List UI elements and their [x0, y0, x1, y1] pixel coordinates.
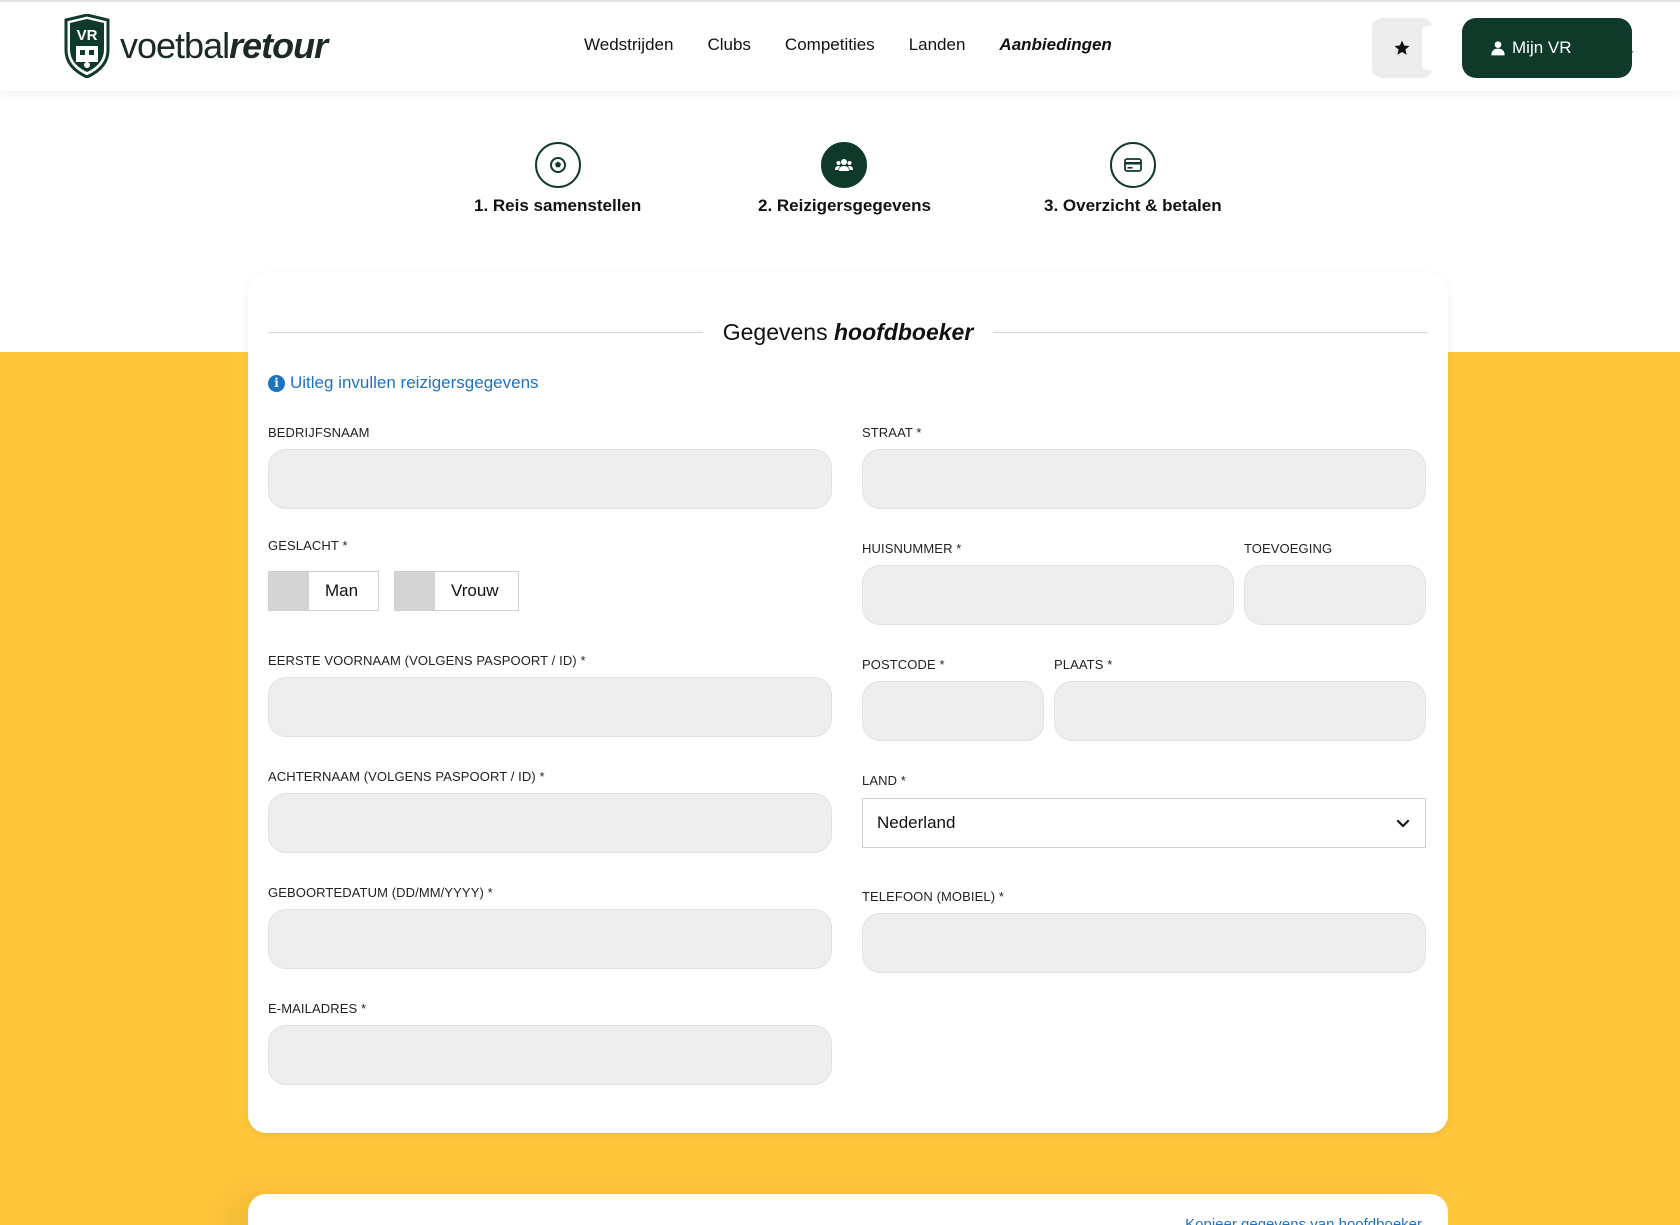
nav-wedstrijden[interactable]: Wedstrijden — [584, 35, 673, 55]
step-1-circle — [534, 142, 581, 188]
step-3[interactable]: 3. Overzicht & betalen — [1044, 142, 1222, 216]
step-1[interactable]: 1. Reis samenstellen — [474, 142, 641, 216]
badge-text: VR — [77, 27, 98, 44]
gender-label: GESLACHT * — [268, 538, 348, 553]
star-icon — [1394, 40, 1410, 55]
nav-competities[interactable]: Competities — [785, 35, 875, 55]
house-number-label: HUISNUMMER * — [862, 541, 962, 556]
city-field[interactable] — [1054, 681, 1426, 741]
brush-stroke-decoration — [1590, 26, 1634, 72]
gender-option-man[interactable]: Man — [268, 571, 379, 611]
email-input[interactable] — [269, 1026, 831, 1084]
last-name-field[interactable] — [268, 793, 832, 853]
addition-label: TOEVOEGING — [1244, 541, 1333, 556]
copy-booker-details-link[interactable]: Kopieer gegevens van hoofdboeker — [1185, 1216, 1422, 1225]
radio-box — [269, 572, 309, 610]
main-nav: Wedstrijden Clubs Competities Landen Aan… — [584, 35, 1146, 57]
first-name-field[interactable] — [268, 677, 832, 737]
company-field[interactable] — [268, 449, 832, 509]
house-number-input[interactable] — [863, 566, 1233, 624]
postcode-label: POSTCODE * — [862, 657, 945, 672]
soccer-ball-icon — [549, 157, 566, 173]
gender-option-vrouw[interactable]: Vrouw — [394, 571, 519, 611]
street-field[interactable] — [862, 449, 1426, 509]
company-input[interactable] — [269, 450, 831, 508]
step-2-label: 2. Reizigersgegevens — [758, 196, 931, 215]
birthdate-input[interactable] — [269, 910, 831, 968]
gender-man-label: Man — [325, 581, 359, 600]
step-2[interactable]: 2. Reizigersgegevens — [758, 142, 931, 216]
credit-card-icon — [1123, 158, 1142, 172]
email-label: E-MAILADRES * — [268, 1001, 367, 1016]
user-icon — [1491, 41, 1505, 56]
chevron-down-icon — [1396, 819, 1410, 828]
logo[interactable]: VR voetbalretour — [62, 14, 328, 78]
first-name-label: EERSTE VOORNAAM (VOLGENS PASPOORT / ID) … — [268, 653, 586, 668]
card-title-row: Gegevens hoofdboeker — [268, 317, 1428, 347]
country-select[interactable]: Nederland — [862, 798, 1426, 848]
nav-clubs[interactable]: Clubs — [707, 35, 750, 55]
city-input[interactable] — [1055, 682, 1425, 740]
title-divider-left — [268, 331, 703, 333]
first-name-input[interactable] — [269, 678, 831, 736]
step-3-circle — [1109, 142, 1156, 188]
last-name-input[interactable] — [269, 794, 831, 852]
favorites-button[interactable] — [1372, 18, 1436, 78]
gender-vrouw-label: Vrouw — [451, 581, 499, 600]
nav-aanbiedingen[interactable]: Aanbiedingen — [999, 35, 1113, 57]
phone-input[interactable] — [863, 914, 1425, 972]
street-label: STRAAT * — [862, 425, 922, 440]
users-icon — [835, 159, 854, 171]
card-title: Gegevens hoofdboeker — [703, 319, 994, 346]
radio-box — [395, 572, 435, 610]
step-1-label: 1. Reis samenstellen — [474, 196, 642, 215]
logo-text-light: voetbal — [120, 25, 230, 66]
info-link-label: Uitleg invullen reizigersgegevens — [290, 373, 539, 392]
card-title-regular: Gegevens — [722, 318, 828, 345]
company-label: BEDRIJFSNAAM — [268, 425, 370, 440]
mijn-vr-label: Mijn VR — [1512, 38, 1572, 57]
email-field[interactable] — [268, 1025, 832, 1085]
addition-input[interactable] — [1245, 566, 1425, 624]
card-title-bold: hoofdboeker — [833, 318, 974, 345]
info-icon: i — [268, 374, 285, 392]
house-number-field[interactable] — [862, 565, 1234, 625]
birthdate-field[interactable] — [268, 909, 832, 969]
addition-field[interactable] — [1244, 565, 1426, 625]
country-label: LAND * — [862, 773, 906, 788]
birthdate-label: GEBOORTEDATUM (DD/MM/YYYY) * — [268, 885, 493, 900]
site-header: VR voetbalretour Wedstrijden Clubs Compe… — [0, 2, 1680, 91]
last-name-label: ACHTERNAAM (VOLGENS PASPOORT / ID) * — [268, 769, 545, 784]
logo-text-bold: retour — [229, 25, 328, 66]
phone-label: TELEFOON (MOBIEL) * — [862, 889, 1005, 904]
logo-wordmark: voetbalretour — [120, 25, 328, 67]
postcode-input[interactable] — [863, 682, 1043, 740]
city-label: PLAATS * — [1054, 657, 1113, 672]
country-select-value: Nederland — [877, 813, 956, 832]
phone-field[interactable] — [862, 913, 1426, 973]
info-link[interactable]: i Uitleg invullen reizigersgegevens — [268, 373, 539, 393]
postcode-field[interactable] — [862, 681, 1044, 741]
step-3-label: 3. Overzicht & betalen — [1044, 196, 1222, 215]
street-input[interactable] — [863, 450, 1425, 508]
nav-landen[interactable]: Landen — [909, 35, 966, 55]
checkout-steps: 1. Reis samenstellen 2. Reizigersgegeven… — [0, 140, 1680, 220]
fellow-traveler-card: Kopieer gegevens van hoofdboeker — [248, 1194, 1448, 1225]
title-divider-right — [993, 331, 1428, 333]
step-2-circle — [821, 142, 868, 188]
shield-logo-icon: VR — [64, 14, 110, 78]
main-booker-card: Gegevens hoofdboeker i Uitleg invullen r… — [248, 273, 1448, 1133]
